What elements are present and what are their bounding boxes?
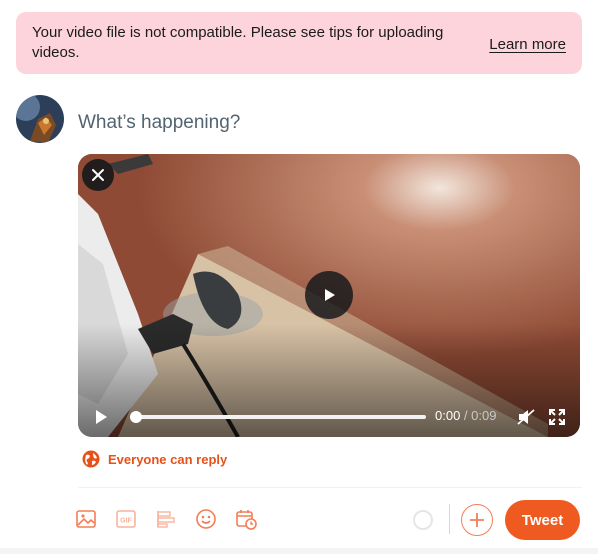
user-avatar[interactable] [16,95,64,143]
video-controls: 0:00 / 0:09 [78,397,580,437]
remove-media-button[interactable] [82,159,114,191]
reply-setting-button[interactable]: Everyone can reply [82,450,227,468]
bottom-border [0,548,598,554]
compose-input[interactable]: What’s happening? [78,112,240,134]
plus-icon [470,513,484,527]
play-overlay-button[interactable] [305,271,353,319]
video-duration: 0:09 [471,408,497,423]
progress-handle[interactable] [130,411,142,423]
fullscreen-icon[interactable] [549,409,565,425]
muted-speaker-icon[interactable] [517,409,535,425]
learn-more-link[interactable]: Learn more [489,36,566,53]
time-separator: / [460,408,472,423]
tweet-button[interactable]: Tweet [505,500,580,540]
schedule-icon[interactable] [235,508,257,530]
current-time: 0:00 [435,408,461,423]
close-icon [92,169,104,181]
play-icon [325,289,335,301]
add-tweet-button[interactable] [461,504,493,536]
globe-icon [82,450,100,468]
video-progress-bar[interactable] [130,411,426,423]
video-time: 0:00 / 0:09 [435,408,496,423]
error-alert: Your video file is not compatible. Pleas… [16,12,582,74]
toolbar-divider [78,487,582,488]
poll-icon[interactable] [155,508,177,530]
image-icon[interactable] [75,508,97,530]
emoji-icon[interactable] [195,508,217,530]
toolbar-separator [449,504,450,534]
gif-icon[interactable]: GIF [115,508,137,530]
alert-message: Your video file is not compatible. Pleas… [32,24,444,61]
reply-setting-label: Everyone can reply [108,451,228,467]
character-counter [413,510,433,530]
svg-text:GIF: GIF [120,518,132,525]
play-icon[interactable] [93,409,109,425]
